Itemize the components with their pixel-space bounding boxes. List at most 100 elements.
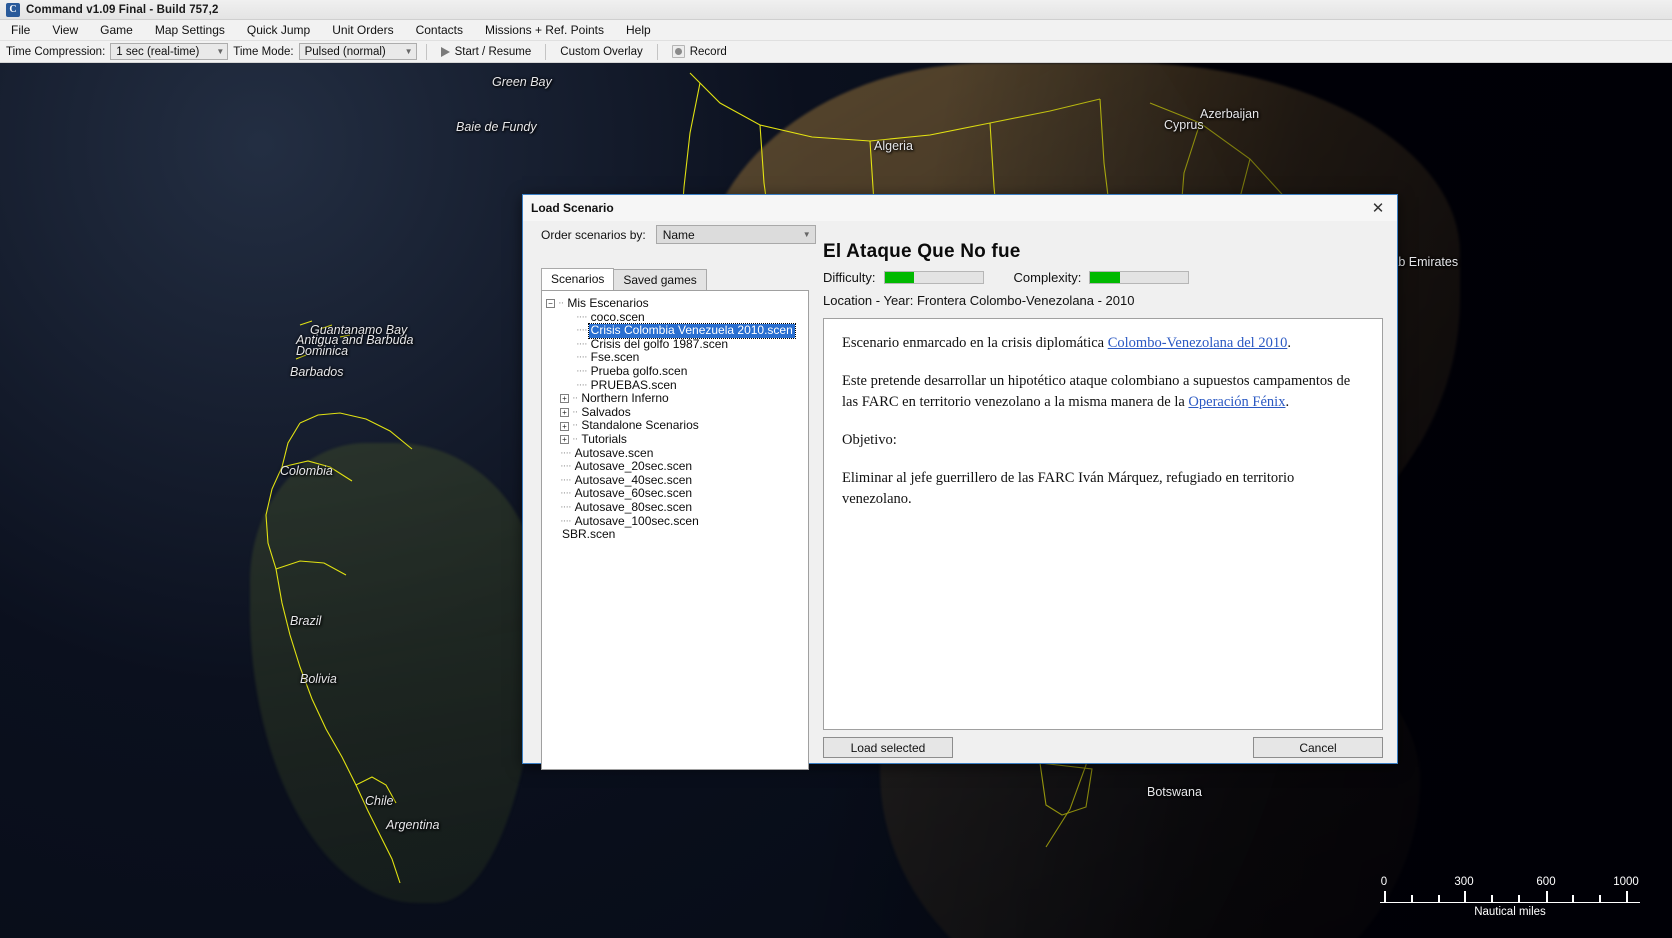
cancel-button[interactable]: Cancel — [1253, 737, 1383, 758]
tree-item-sbr[interactable]: SBR.scen — [546, 527, 804, 542]
map-label-barbados: Barbados — [290, 365, 344, 379]
tree-connector: ···· — [560, 473, 572, 486]
menu-item-view[interactable]: View — [41, 21, 89, 39]
link-colombo-venezolana-2010[interactable]: Colombo-Venezolana del 2010 — [1108, 335, 1288, 351]
tree-item-label: Mis Escenarios — [567, 296, 649, 310]
tree-item-label: SBR.scen — [562, 527, 616, 542]
tree-item-label: Tutorials — [581, 431, 627, 446]
menu-item-unit-orders[interactable]: Unit Orders — [321, 21, 404, 39]
tree-item-coco[interactable]: ···· coco.scen — [546, 309, 804, 325]
tab-scenarios[interactable]: Scenarios — [541, 268, 615, 290]
scenario-browser-pane: Scenarios Saved games − ·· Mis Escenario… — [541, 268, 809, 770]
tree-connector: ·· — [572, 405, 578, 418]
link-operacion-fenix[interactable]: Operación Fénix — [1188, 394, 1285, 410]
load-selected-button[interactable]: Load selected — [823, 737, 953, 758]
load-scenario-dialog: Load Scenario ✕ Order scenarios by: Name… — [522, 194, 1398, 770]
tree-item-crisis-colombia-venezuela-2010[interactable]: ···· Crisis Colombia Venezuela 2010.scen — [546, 323, 804, 339]
tree-item-label: Prueba golfo.scen — [590, 363, 688, 378]
record-label: Record — [689, 45, 727, 58]
expand-toggle-icon[interactable]: + — [560, 394, 569, 404]
expand-toggle-icon[interactable]: + — [560, 408, 569, 418]
tree-item-crisis-del-golfo-1987[interactable]: ···· Crisis del golfo 1987.scen — [546, 336, 804, 352]
scale-tick-300: 300 — [1454, 876, 1474, 888]
tree-item-northern-inferno[interactable]: + ·· Northern Inferno — [546, 392, 804, 406]
chevron-down-icon: ▼ — [404, 47, 413, 56]
menu-item-missions-ref-points[interactable]: Missions + Ref. Points — [474, 21, 615, 39]
tree-item-autosave-20sec[interactable]: ···· Autosave_20sec.scen — [546, 460, 804, 474]
map-scale-bar: 0 300 600 1000 Nautical miles — [1380, 876, 1640, 918]
expand-toggle-icon[interactable]: + — [560, 435, 569, 445]
start-resume-button[interactable]: Start / Resume — [436, 45, 537, 59]
map-label-colombia: Colombia — [280, 464, 333, 478]
scenario-description[interactable]: Escenario enmarcado en la crisis diplomá… — [823, 318, 1383, 730]
map-label-azerbaijan: Azerbaijan — [1200, 107, 1260, 121]
map-label-argentina: Argentina — [386, 818, 440, 832]
expand-toggle-icon[interactable]: + — [560, 421, 569, 431]
scenario-details-pane: El Ataque Que No fue Difficulty: Complex… — [823, 241, 1383, 730]
tree-item-label: Crisis del golfo 1987.scen — [590, 336, 729, 351]
toolbar-divider — [656, 43, 658, 60]
description-paragraph-1: Escenario enmarcado en la crisis diplomá… — [842, 333, 1364, 354]
tree-item-autosave-60sec[interactable]: ···· Autosave_60sec.scen — [546, 487, 804, 501]
difficulty-label: Difficulty: — [823, 270, 876, 285]
map-label-dominica: Dominica — [296, 344, 349, 358]
menu-item-help[interactable]: Help — [615, 21, 662, 39]
tree-item-tutorials[interactable]: + ·· Tutorials — [546, 431, 804, 447]
menu-item-map-settings[interactable]: Map Settings — [144, 21, 236, 39]
tree-item-fse[interactable]: ···· Fse.scen — [546, 351, 804, 365]
tab-saved-games[interactable]: Saved games — [613, 269, 707, 290]
tree-item-label: coco.scen — [590, 309, 645, 324]
close-icon[interactable]: ✕ — [1365, 198, 1391, 218]
tree-connector: ···· — [560, 487, 572, 500]
tree-item-label: Autosave.scen — [574, 445, 654, 460]
window-title-bar: C Command v1.09 Final - Build 757,2 — [0, 0, 1672, 20]
tree-item-label: Northern Inferno — [581, 391, 669, 406]
tree-item-salvados[interactable]: + ·· Salvados — [546, 405, 804, 420]
tree-connector: ···· — [560, 460, 572, 473]
toolbar: Time Compression: 1 sec (real-time) ▼ Ti… — [0, 41, 1672, 63]
tree-item-autosave-40sec[interactable]: ···· Autosave_40sec.scen — [546, 472, 804, 488]
tree-item-autosave[interactable]: ···· Autosave.scen — [546, 445, 804, 461]
custom-overlay-button[interactable]: Custom Overlay — [555, 45, 647, 59]
time-mode-value: Pulsed (normal) — [304, 45, 386, 58]
play-icon — [440, 46, 450, 57]
start-resume-label: Start / Resume — [454, 45, 532, 58]
custom-overlay-label: Custom Overlay — [560, 45, 643, 58]
tree-item-label: Autosave_100sec.scen — [574, 513, 699, 528]
scenario-title: El Ataque Que No fue — [823, 241, 1021, 262]
description-objective-body: Eliminar al jefe guerrillero de las FARC… — [842, 470, 1295, 508]
tree-connector: ···· — [560, 446, 572, 459]
tree-item-autosave-80sec[interactable]: ···· Autosave_80sec.scen — [546, 500, 804, 515]
time-compression-select[interactable]: 1 sec (real-time) ▼ — [110, 43, 229, 60]
tree-item-standalone-scenarios[interactable]: + ·· Standalone Scenarios — [546, 419, 804, 433]
scale-tick-600: 600 — [1536, 876, 1556, 888]
desc-p2-post: . — [1285, 394, 1290, 411]
desc-p1-pre: Escenario enmarcado en la crisis diplomá… — [842, 335, 1108, 351]
time-mode-select[interactable]: Pulsed (normal) ▼ — [298, 43, 417, 60]
map-label-algeria: Algeria — [874, 139, 913, 153]
map-label-cyprus: Cyprus — [1164, 118, 1204, 132]
menu-item-file[interactable]: File — [0, 21, 41, 39]
menu-item-contacts[interactable]: Contacts — [405, 21, 474, 39]
scenario-tree[interactable]: − ·· Mis Escenarios ···· coco.scen ···· … — [541, 290, 809, 770]
tree-connector: ·· — [572, 419, 578, 432]
order-scenarios-select[interactable]: Name ▼ — [655, 225, 816, 244]
time-mode-label: Time Mode: — [233, 45, 294, 58]
menu-bar: File View Game Map Settings Quick Jump U… — [0, 20, 1672, 41]
difficulty-meter — [883, 271, 984, 284]
tree-item-mis-escenarios[interactable]: − ·· Mis Escenarios — [546, 296, 804, 311]
record-button[interactable]: Record — [667, 44, 732, 59]
menu-item-game[interactable]: Game — [89, 21, 144, 39]
scale-tick-0: 0 — [1380, 876, 1388, 888]
scale-tick-labels: 0 300 600 1000 — [1380, 876, 1640, 890]
collapse-toggle-icon[interactable]: − — [546, 299, 555, 309]
tree-item-autosave-100sec[interactable]: ···· Autosave_100sec.scen — [546, 513, 804, 529]
tree-item-label: Autosave_20sec.scen — [574, 459, 693, 474]
menu-item-quick-jump[interactable]: Quick Jump — [236, 21, 321, 39]
scale-tick-marks — [1380, 890, 1640, 903]
description-paragraph-2: Este pretende desarrollar un hipotético … — [842, 371, 1364, 413]
tree-item-label: Autosave_40sec.scen — [574, 472, 693, 487]
tree-connector: ·· — [572, 392, 578, 405]
tree-item-prueba-golfo[interactable]: ···· Prueba golfo.scen — [546, 363, 804, 379]
tree-item-pruebas[interactable]: ···· PRUEBAS.scen — [546, 378, 804, 393]
